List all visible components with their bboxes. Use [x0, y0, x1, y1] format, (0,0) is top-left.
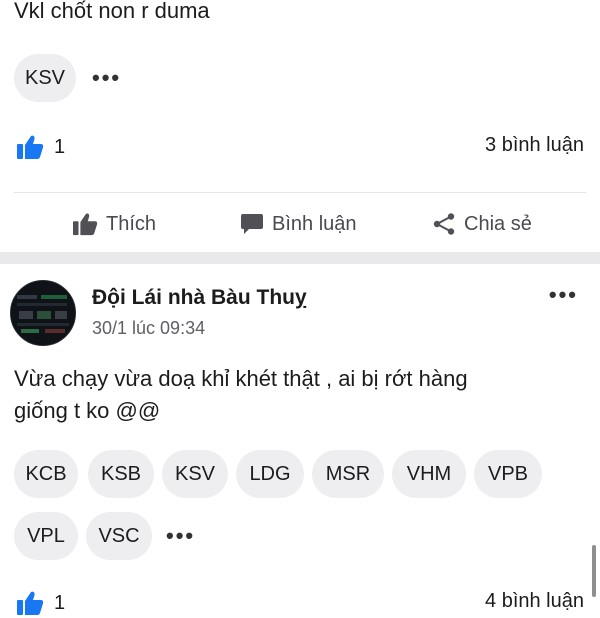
comment-label: Bình luận [272, 212, 357, 235]
post-text-line-2: giống t ko @@ [14, 398, 161, 423]
more-horizontal-icon: ••• [548, 282, 578, 307]
like-label: Thích [106, 212, 157, 235]
scrollbar[interactable] [592, 545, 596, 597]
stock-tag-vsc[interactable]: VSC [86, 512, 152, 560]
stock-tag-vpl[interactable]: VPL [14, 512, 78, 560]
thumbs-up-icon [16, 590, 44, 616]
thumbs-up-icon [72, 212, 98, 236]
post-options-button[interactable]: ••• [549, 282, 578, 308]
comment-count[interactable]: 3 bình luận [485, 134, 584, 157]
like-count: 1 [54, 591, 66, 614]
post-separator [0, 252, 600, 264]
reaction-summary[interactable]: 1 [16, 132, 65, 162]
avatar[interactable] [10, 280, 76, 346]
like-button[interactable]: Thích [72, 204, 156, 244]
stock-tag-ksv[interactable]: KSV [14, 54, 76, 102]
share-label: Chia sẻ [464, 212, 532, 235]
share-icon [432, 212, 456, 236]
more-tags-button[interactable]: ••• [166, 512, 195, 560]
more-tags-button[interactable]: ••• [92, 54, 121, 102]
speech-bubble-icon [240, 213, 264, 235]
post-text-line-1: Vừa chạy vừa doạ khỉ khét thật , ai bị r… [14, 366, 468, 391]
share-button[interactable]: Chia sẻ [432, 204, 532, 244]
post-text: Vkl chốt non r duma [14, 0, 210, 23]
thumbs-up-icon [16, 134, 44, 160]
stock-tag-ldg[interactable]: LDG [236, 450, 304, 498]
divider [14, 192, 586, 193]
comment-button[interactable]: Bình luận [240, 204, 357, 244]
more-horizontal-icon: ••• [92, 65, 122, 90]
stock-tag-kcb[interactable]: KCB [14, 450, 78, 498]
stock-tag-vpb[interactable]: VPB [474, 450, 542, 498]
more-horizontal-icon: ••• [166, 523, 196, 548]
reaction-summary[interactable]: 1 [16, 588, 65, 618]
stock-tag-ksv[interactable]: KSV [162, 450, 228, 498]
author-name[interactable]: Đội Lái nhà Bàu Thuỵ [92, 286, 307, 310]
post-timestamp: 30/1 lúc 09:34 [92, 318, 206, 338]
stock-tag-vhm[interactable]: VHM [392, 450, 466, 498]
like-count: 1 [54, 135, 66, 158]
stock-tag-msr[interactable]: MSR [312, 450, 384, 498]
comment-count[interactable]: 4 bình luận [485, 590, 584, 613]
stock-tag-ksb[interactable]: KSB [88, 450, 154, 498]
